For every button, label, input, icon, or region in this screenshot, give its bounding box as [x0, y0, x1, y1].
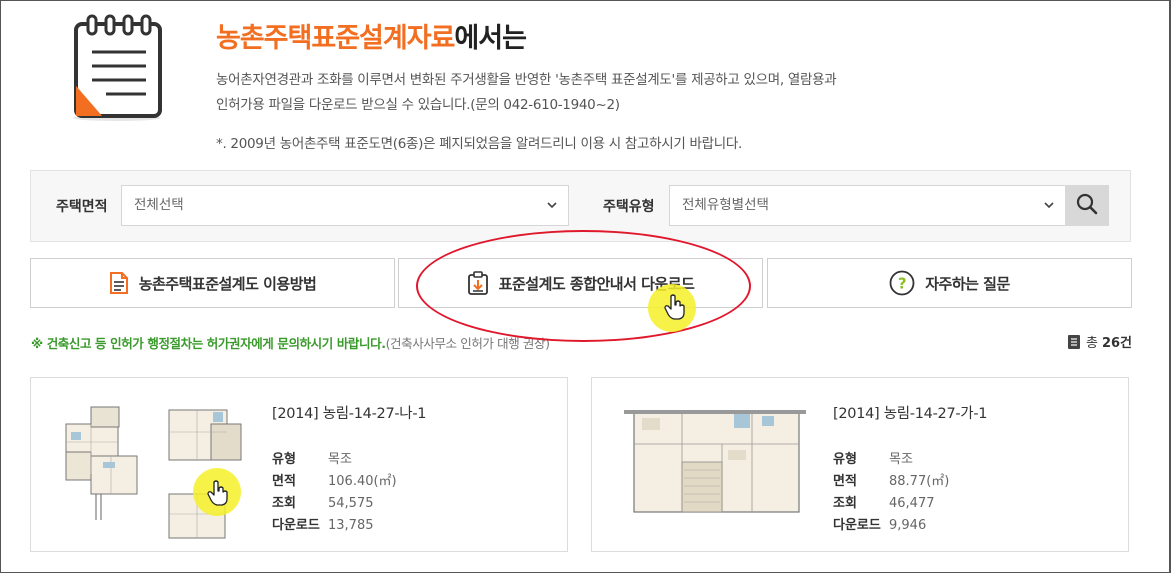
area-filter-label: 주택면적	[56, 199, 108, 215]
card-value-views: 54,575	[328, 496, 374, 511]
card-row-type: 유형 목조	[833, 448, 913, 467]
card-label-views: 조회	[272, 496, 296, 511]
card-row-area: 면적 106.40(㎡)	[272, 470, 397, 489]
floor-plan-thumbnail[interactable]	[622, 404, 807, 533]
description-line-2: 인허가용 파일을 다운로드 받으실 수 있습니다.(문의 042-610-194…	[216, 97, 620, 113]
search-button[interactable]	[1065, 185, 1109, 226]
total-label: 총	[1086, 336, 1098, 351]
permit-notice: ※ 건축신고 등 인허가 행정절차는 허가권자에게 문의하시기 바랍니다.(건축…	[31, 333, 550, 352]
chevron-down-icon	[546, 186, 558, 241]
page-title-highlight: 농촌주택표준설계자료	[216, 23, 455, 54]
card-label-type: 유형	[272, 452, 296, 467]
usage-guide-label: 농촌주택표준설계도 이용방법	[138, 274, 317, 293]
svg-text:?: ?	[898, 275, 906, 293]
faq-label: 자주하는 질문	[925, 274, 1010, 293]
card-label-views: 조회	[833, 496, 857, 511]
page-title: 농촌주택표준설계자료에서는	[216, 16, 527, 55]
card-title[interactable]: [2014] 농림-14-27-나-1	[272, 402, 427, 423]
page-description: 농어촌자연경관과 조화를 이루면서 변화된 주거생활을 반영한 '농촌주택 표준…	[216, 68, 837, 118]
usage-guide-button[interactable]: 농촌주택표준설계도 이용방법	[30, 258, 395, 308]
total-value: 26건	[1101, 336, 1133, 351]
card-value-downloads: 9,946	[889, 518, 927, 533]
search-filter-bar: 주택면적 전체선택 주택유형 전체유형별선택	[30, 170, 1131, 242]
card-label-area: 면적	[272, 474, 296, 489]
card-value-area: 88.77(㎡)	[889, 474, 950, 489]
download-guide-button[interactable]: 표준설계도 종합안내서 다운로드	[398, 258, 763, 308]
total-count: 총 26건	[1068, 332, 1132, 351]
card-value-area: 106.40(㎡)	[328, 474, 397, 489]
question-circle-icon: ?	[889, 270, 915, 296]
card-row-downloads: 다운로드 9,946	[833, 514, 926, 533]
card-value-downloads: 13,785	[328, 518, 374, 533]
card-label-downloads: 다운로드	[272, 518, 320, 533]
faq-button[interactable]: ? 자주하는 질문	[767, 258, 1132, 308]
type-select-value: 전체유형별선택	[682, 197, 769, 213]
chevron-down-icon	[1043, 186, 1055, 241]
card-label-type: 유형	[833, 452, 857, 467]
card-label-downloads: 다운로드	[833, 518, 881, 533]
card-value-type: 목조	[328, 452, 352, 467]
card-row-area: 면적 88.77(㎡)	[833, 470, 949, 489]
notice-2009: *. 2009년 농어촌주택 표준도면(6종)은 폐지되었음을 알려드리니 이용…	[216, 136, 742, 152]
notebook-icon	[62, 14, 172, 124]
card-row-type: 유형 목조	[272, 448, 352, 467]
area-select-value: 전체선택	[134, 197, 184, 213]
type-filter-label: 주택유형	[603, 199, 655, 215]
card-title[interactable]: [2014] 농림-14-27-가-1	[833, 402, 988, 423]
description-line-1: 농어촌자연경관과 조화를 이루면서 변화된 주거생활을 반영한 '농촌주택 표준…	[216, 72, 837, 88]
plan-card[interactable]: [2014] 농림-14-27-나-1 유형 목조 면적 106.40(㎡) 조회 5…	[30, 377, 568, 552]
area-select[interactable]: 전체선택	[121, 185, 569, 226]
hand-pointer-icon	[207, 480, 229, 510]
document-icon	[109, 271, 129, 295]
list-icon	[1068, 334, 1080, 349]
permit-notice-main: ※ 건축신고 등 인허가 행정절차는 허가권자에게 문의하시기 바랍니다.	[31, 336, 386, 351]
clipboard-download-icon	[467, 271, 489, 295]
card-value-type: 목조	[889, 452, 913, 467]
search-icon	[1076, 193, 1098, 219]
card-value-views: 46,477	[889, 496, 935, 511]
card-row-views: 조회 54,575	[272, 492, 374, 511]
type-select[interactable]: 전체유형별선택	[669, 185, 1066, 226]
permit-notice-sub: (건축사사무소 인허가 대행 권장)	[385, 336, 550, 351]
page-title-rest: 에서는	[454, 23, 527, 54]
plan-card[interactable]: [2014] 농림-14-27-가-1 유형 목조 면적 88.77(㎡) 조회 46…	[591, 377, 1129, 552]
card-row-views: 조회 46,477	[833, 492, 935, 511]
hand-pointer-icon	[664, 294, 686, 324]
card-row-downloads: 다운로드 13,785	[272, 514, 374, 533]
card-label-area: 면적	[833, 474, 857, 489]
